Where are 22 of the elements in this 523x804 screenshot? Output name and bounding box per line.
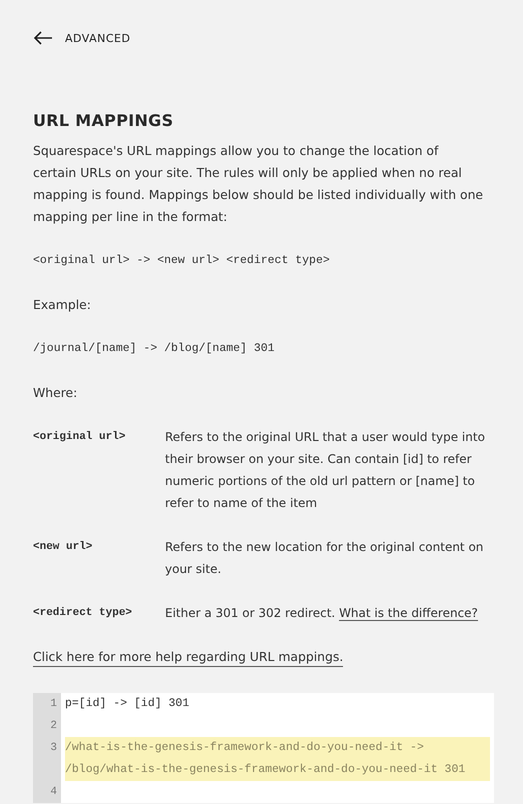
- example-code: /journal/[name] -> /blog/[name] 301: [33, 341, 276, 357]
- definition-term: <original url>: [33, 430, 126, 445]
- back-link[interactable]: ADVANCED: [33, 31, 130, 45]
- line-number: 2: [33, 715, 61, 737]
- definition-text: Either a 301 or 302 redirect. What is the difference?: [165, 605, 479, 623]
- back-arrow-icon: [33, 31, 53, 45]
- example-label: Example:: [33, 296, 92, 314]
- code-editor[interactable]: 1 p=[id] -> [id] 301 2 3 /what-is-the-genesis-framework-and-do-you-need-it -> /blog/what-is-the-genesis-framework-and-do-you-need-it 301 4: [33, 693, 494, 803]
- where-label: Where:: [33, 384, 78, 402]
- definition-term: <new url>: [33, 540, 94, 555]
- definition-term: <redirect type>: [33, 606, 134, 621]
- format-code: <original url> -> <new url> <redirect type>: [33, 253, 331, 269]
- difference-link[interactable]: What is the difference?: [339, 606, 478, 621]
- intro-text: Squarespace's URL mappings allow you to change the location of certain URLs on your site. The rules will only be applied when no real mapping is found. Mappings below should be listed individually with one mapping per line in the format:: [33, 142, 484, 226]
- section-title: URL MAPPINGS: [33, 111, 174, 130]
- help-link[interactable]: Click here for more help regarding URL mappings.: [33, 648, 344, 667]
- definition-text: Refers to the new location for the original content on your site.: [165, 539, 484, 578]
- line-number: 4: [33, 781, 61, 803]
- definition-text: Refers to the original URL that a user would type into their browser on your site. Can contain [id] to refer numeric portions of the old url pattern or [name] to refer to name of the item: [165, 429, 486, 512]
- line-number: 1: [33, 693, 61, 715]
- line-number: 3: [33, 737, 61, 781]
- code-line: p=[id] -> [id] 301: [65, 696, 190, 712]
